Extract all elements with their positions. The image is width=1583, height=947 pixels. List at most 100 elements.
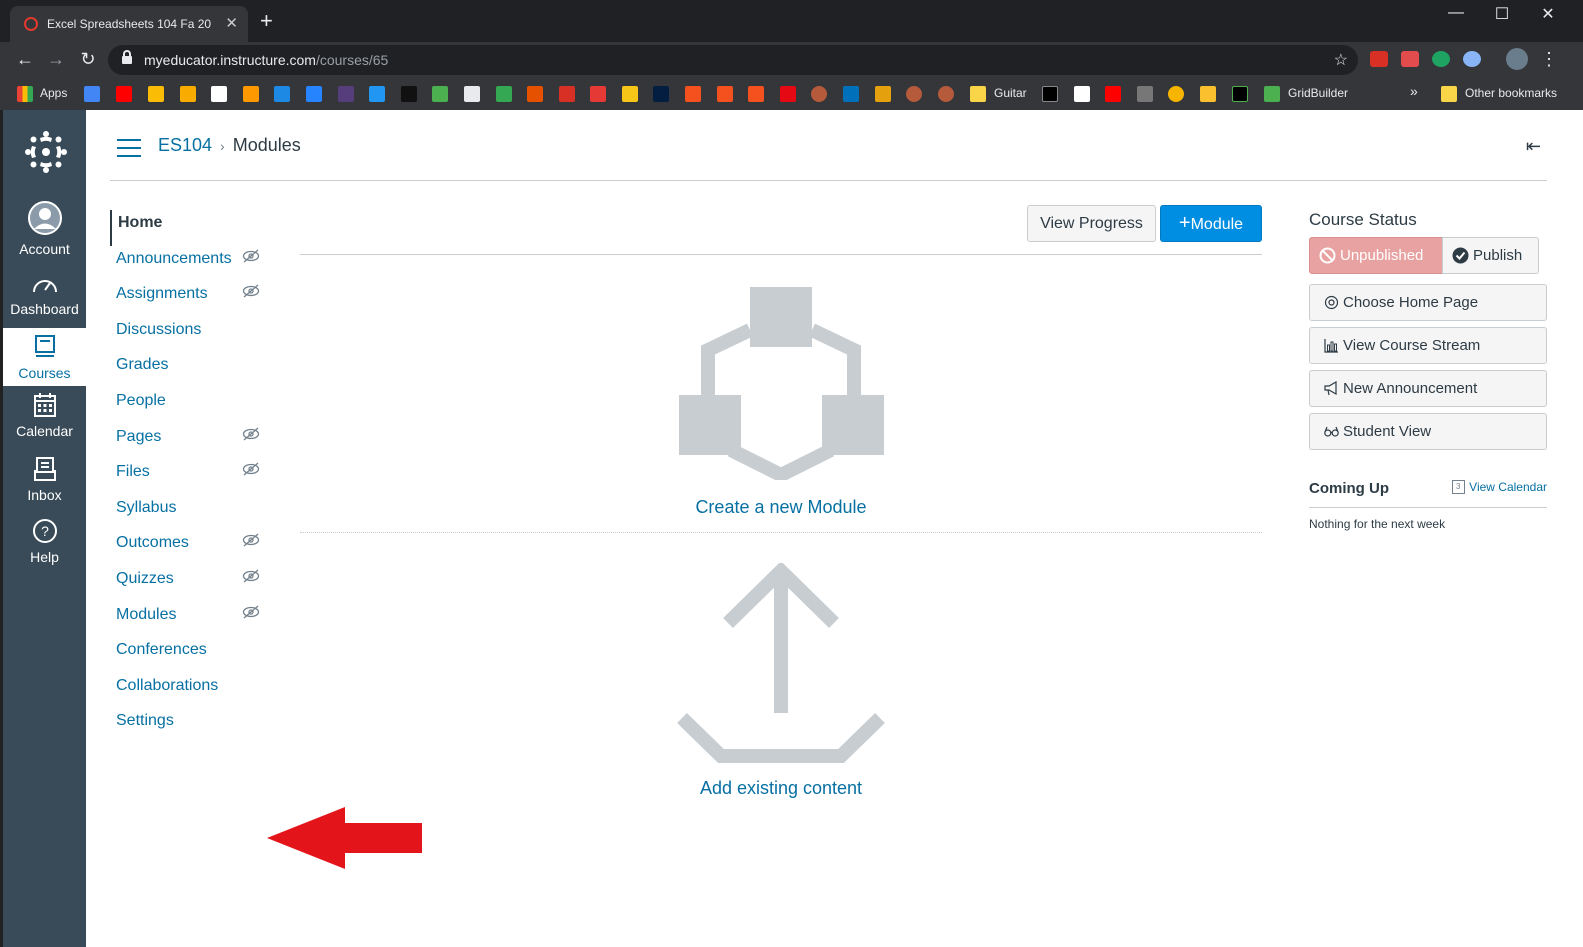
course-nav-people[interactable]: People: [110, 388, 290, 424]
bookmark-icon[interactable]: [496, 86, 512, 102]
course-nav-home[interactable]: Home: [110, 210, 290, 246]
course-nav-pages[interactable]: Pages: [110, 424, 290, 460]
course-nav-discussions[interactable]: Discussions: [110, 317, 290, 353]
bookmark-icon[interactable]: [622, 86, 638, 102]
bookmark-icon[interactable]: [875, 86, 891, 102]
bookmark-gridbuilder[interactable]: GridBuilder: [1288, 86, 1348, 100]
bookmark-icon[interactable]: [527, 86, 543, 102]
global-nav-courses[interactable]: Courses: [3, 328, 86, 386]
collapse-sidebar-icon[interactable]: ⇤: [1526, 136, 1541, 157]
global-nav-dashboard[interactable]: Dashboard: [3, 274, 86, 326]
extension-icon[interactable]: [1463, 51, 1481, 67]
bookmark-icon[interactable]: [559, 86, 575, 102]
add-module-button[interactable]: +Module: [1160, 205, 1262, 242]
bookmark-icon[interactable]: [717, 86, 733, 102]
minimize-window-button[interactable]: —: [1441, 4, 1471, 22]
bookmark-icon[interactable]: [906, 86, 922, 102]
profile-avatar[interactable]: [1506, 48, 1528, 70]
more-bookmarks-button[interactable]: »: [1410, 83, 1418, 99]
bookmark-icon[interactable]: [211, 86, 227, 102]
bookmark-icon[interactable]: [1200, 86, 1216, 102]
student-view-button[interactable]: Student View: [1309, 413, 1547, 450]
bookmark-icon[interactable]: [116, 86, 132, 102]
folder-icon[interactable]: [1441, 86, 1457, 102]
bookmark-icon[interactable]: [685, 86, 701, 102]
course-nav-files[interactable]: Files: [110, 459, 290, 495]
bookmark-icon[interactable]: [464, 86, 480, 102]
apps-grid-icon[interactable]: [17, 86, 33, 102]
choose-home-page-button[interactable]: Choose Home Page: [1309, 284, 1547, 321]
button-label: New Announcement: [1343, 380, 1478, 397]
reload-button[interactable]: ↻: [77, 49, 99, 70]
view-progress-button[interactable]: View Progress: [1027, 205, 1156, 242]
publish-button[interactable]: Publish: [1442, 237, 1539, 274]
bookmark-apps[interactable]: Apps: [40, 86, 67, 100]
unpublished-button[interactable]: Unpublished: [1309, 237, 1443, 274]
extension-icon[interactable]: [1401, 51, 1419, 67]
address-bar[interactable]: myeducator.instructure.com/courses/65 ☆: [108, 45, 1358, 75]
bookmark-other[interactable]: Other bookmarks: [1465, 86, 1557, 100]
global-nav-inbox[interactable]: Inbox: [3, 456, 86, 512]
global-nav-account[interactable]: Account: [3, 200, 86, 260]
course-nav-grades[interactable]: Grades: [110, 352, 290, 388]
close-tab-icon[interactable]: ✕: [225, 14, 238, 32]
new-announcement-button[interactable]: New Announcement: [1309, 370, 1547, 407]
bookmark-icon[interactable]: [306, 86, 322, 102]
create-new-module-link[interactable]: Create a new Module: [300, 497, 1262, 518]
bookmark-icon[interactable]: [180, 86, 196, 102]
bookmark-icon[interactable]: [84, 86, 100, 102]
bookmark-icon[interactable]: [1232, 86, 1248, 102]
bookmark-icon[interactable]: [843, 86, 859, 102]
bookmark-icon[interactable]: [811, 86, 827, 102]
view-course-stream-button[interactable]: View Course Stream: [1309, 327, 1547, 364]
browser-tab[interactable]: Excel Spreadsheets 104 Fa 20 ✕: [10, 6, 248, 42]
browser-menu-icon[interactable]: ⋮: [1538, 49, 1560, 70]
bookmark-icon[interactable]: [653, 86, 669, 102]
course-nav-quizzes[interactable]: Quizzes: [110, 566, 290, 602]
bookmark-icon[interactable]: [938, 86, 954, 102]
new-tab-button[interactable]: +: [260, 10, 273, 32]
bookmark-icon[interactable]: [401, 86, 417, 102]
course-nav-announcements[interactable]: Announcements: [110, 246, 290, 282]
course-nav-settings[interactable]: Settings: [110, 708, 290, 744]
course-nav-syllabus[interactable]: Syllabus: [110, 495, 290, 531]
breadcrumb-course-link[interactable]: ES104: [158, 135, 212, 155]
hamburger-menu-icon[interactable]: [117, 139, 141, 157]
back-button[interactable]: ←: [14, 49, 36, 70]
bookmark-icon[interactable]: [1137, 86, 1153, 102]
maximize-window-button[interactable]: ☐: [1487, 4, 1517, 24]
add-existing-content-link[interactable]: Add existing content: [300, 778, 1262, 799]
forward-button[interactable]: →: [45, 49, 67, 70]
bookmark-icon[interactable]: [1074, 86, 1090, 102]
bookmark-icon[interactable]: [369, 86, 385, 102]
bookmark-star-icon[interactable]: ☆: [1334, 50, 1348, 70]
bookmark-icon[interactable]: [1042, 86, 1058, 102]
folder-icon[interactable]: [970, 86, 986, 102]
bookmark-icon[interactable]: [1264, 86, 1280, 102]
bookmark-icon[interactable]: [748, 86, 764, 102]
extension-icon[interactable]: [1432, 51, 1450, 67]
course-nav-collaborations[interactable]: Collaborations: [110, 673, 290, 709]
bookmark-icon[interactable]: [338, 86, 354, 102]
bookmark-icon[interactable]: [590, 86, 606, 102]
bookmark-icon[interactable]: [274, 86, 290, 102]
view-calendar-link[interactable]: View Calendar: [1469, 480, 1547, 494]
bookmark-icon[interactable]: [1168, 86, 1184, 102]
canvas-logo-icon[interactable]: [24, 130, 68, 174]
bookmark-guitar[interactable]: Guitar: [994, 86, 1027, 100]
course-nav-assignments[interactable]: Assignments: [110, 281, 290, 317]
calendar-icon[interactable]: 3: [1452, 480, 1465, 494]
bookmark-icon[interactable]: [148, 86, 164, 102]
course-nav-modules[interactable]: Modules: [110, 602, 290, 638]
close-window-button[interactable]: ✕: [1533, 4, 1563, 24]
extension-icon[interactable]: [1370, 51, 1388, 67]
bookmark-icon[interactable]: [1105, 86, 1121, 102]
global-nav-help[interactable]: ? Help: [3, 518, 86, 574]
chevron-right-icon: ›: [220, 138, 225, 154]
bookmark-icon[interactable]: [243, 86, 259, 102]
course-nav-outcomes[interactable]: Outcomes: [110, 530, 290, 566]
global-nav-calendar[interactable]: Calendar: [3, 392, 86, 448]
bookmark-icon[interactable]: [780, 86, 796, 102]
bookmark-icon[interactable]: [432, 86, 448, 102]
course-nav-conferences[interactable]: Conferences: [110, 637, 290, 673]
